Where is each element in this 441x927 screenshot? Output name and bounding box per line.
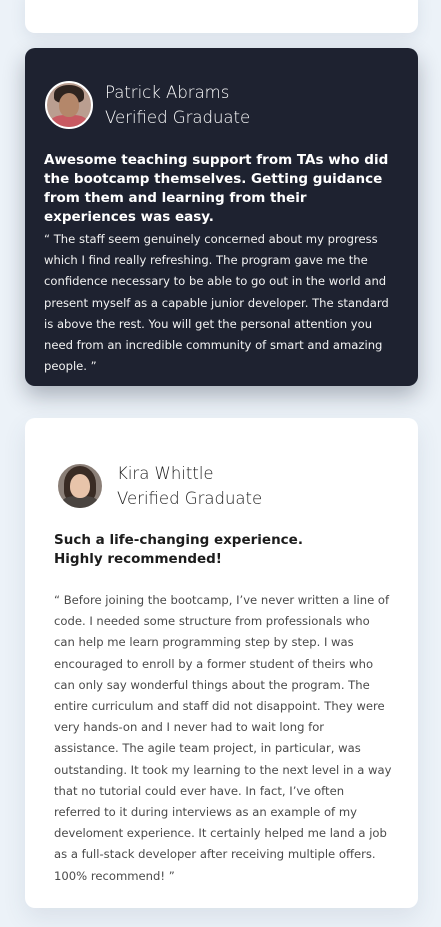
testimonial-card-patrick: Patrick Abrams Verified Graduate Awesome… bbox=[25, 48, 418, 386]
reviewer-status: Verified Graduate bbox=[105, 108, 251, 127]
reviewer-info: Kira Whittle Verified Graduate bbox=[57, 461, 262, 511]
testimonial-card-previous bbox=[25, 0, 418, 33]
testimonial-card-kira: Kira Whittle Verified Graduate Such a li… bbox=[25, 418, 418, 908]
reviewer-name: Kira Whittle bbox=[117, 464, 214, 483]
testimonial-quote: “ The staff seem genuinely concerned abo… bbox=[44, 232, 389, 374]
reviewer-status: Verified Graduate bbox=[117, 489, 263, 508]
avatar bbox=[45, 81, 93, 129]
testimonial-headline: Awesome teaching support from TAs who di… bbox=[44, 152, 389, 225]
avatar bbox=[57, 463, 103, 509]
reviewer-name: Patrick Abrams bbox=[105, 83, 230, 102]
testimonial-quote: “ Before joining the bootcamp, I’ve neve… bbox=[54, 593, 392, 883]
reviewer-names: Patrick Abrams Verified Graduate bbox=[105, 80, 250, 130]
reviewer-names: Kira Whittle Verified Graduate bbox=[117, 461, 262, 511]
testimonial-headline: Such a life-changing experience. Highly … bbox=[54, 532, 303, 567]
reviewer-info: Patrick Abrams Verified Graduate bbox=[45, 80, 250, 130]
